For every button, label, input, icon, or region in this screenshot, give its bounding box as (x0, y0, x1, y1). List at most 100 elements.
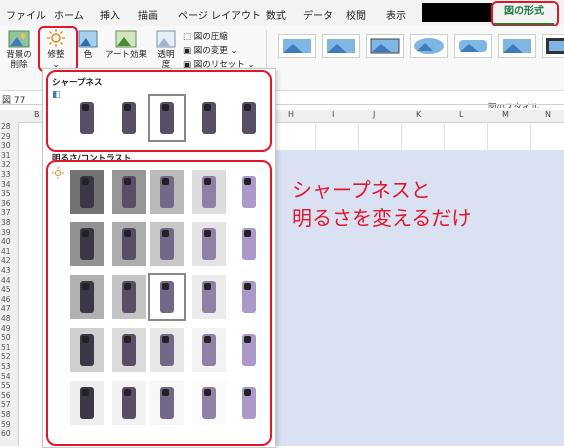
row-header-29[interactable]: 29 (1, 132, 11, 141)
row-header-42[interactable]: 42 (1, 257, 11, 265)
sharpness-option-3[interactable] (148, 94, 186, 142)
camera-module (244, 336, 251, 343)
brightness-option-r4-c2[interactable] (112, 328, 146, 372)
row-header-49[interactable]: 49 (1, 324, 11, 333)
sharpness-option-5[interactable] (232, 96, 266, 140)
picture-style-2[interactable] (322, 34, 360, 58)
picture-style-5[interactable] (454, 34, 492, 58)
brightness-option-r5-c3[interactable] (150, 381, 184, 425)
picture-style-7[interactable] (542, 34, 564, 58)
row-header-39[interactable]: 39 (1, 228, 11, 237)
tab-home[interactable]: ホーム (54, 7, 84, 22)
row-header-36[interactable]: 36 (1, 199, 11, 208)
brightness-option-r5-c4[interactable] (192, 381, 226, 425)
row-header-53[interactable]: 53 (1, 363, 11, 371)
row-header-38[interactable]: 38 (1, 219, 11, 227)
row-header-33[interactable]: 33 (1, 171, 11, 179)
row-header-48[interactable]: 48 (1, 315, 11, 323)
brightness-option-r2-c4[interactable] (192, 222, 226, 266)
brightness-option-r1-c1[interactable] (70, 170, 104, 214)
sharpness-option-2[interactable] (112, 96, 146, 140)
picture-style-6[interactable] (498, 34, 536, 58)
row-header-58[interactable]: 58 (1, 411, 11, 419)
row-header-50[interactable]: 50 (1, 334, 11, 342)
tab-review[interactable]: 校閲 (346, 7, 366, 22)
row-header-28[interactable]: 28 (1, 123, 11, 131)
tab-file[interactable]: ファイル (6, 7, 46, 22)
row-header-46[interactable]: 46 (1, 295, 11, 304)
brightness-option-r4-c5[interactable] (232, 328, 266, 372)
row-header-43[interactable]: 43 (1, 267, 11, 275)
brightness-option-r3-c2[interactable] (112, 275, 146, 319)
picture-style-4[interactable] (410, 34, 448, 58)
brightness-option-r2-c1[interactable] (70, 222, 104, 266)
sharpness-option-4[interactable] (192, 96, 226, 140)
row-header-52[interactable]: 52 (1, 353, 11, 361)
brightness-option-r2-c2[interactable] (112, 222, 146, 266)
row-header-32[interactable]: 32 (1, 161, 11, 169)
brightness-option-r3-c4[interactable] (192, 275, 226, 319)
brightness-option-r3-c3[interactable] (148, 273, 186, 321)
row-header-54[interactable]: 54 (1, 372, 11, 381)
row-header-35[interactable]: 35 (1, 190, 11, 198)
column-header-i[interactable]: I (332, 110, 334, 119)
brightness-option-r2-c3[interactable] (150, 222, 184, 266)
tab-draw[interactable]: 描画 (138, 7, 158, 22)
row-header-57[interactable]: 57 (1, 401, 11, 409)
tab-data[interactable]: データ (303, 7, 333, 22)
tab-view[interactable]: 表示 (386, 7, 406, 22)
row-header-59[interactable]: 59 (1, 420, 11, 429)
camera-module (82, 104, 89, 111)
compress-pictures-button[interactable]: ⬚ 図の圧縮 (183, 30, 228, 42)
color-button[interactable]: 色 (76, 30, 100, 60)
picture-style-3[interactable] (366, 34, 404, 58)
row-header-44[interactable]: 44 (1, 276, 11, 285)
column-header-l[interactable]: L (459, 110, 463, 119)
tab-insert[interactable]: 挿入 (100, 7, 120, 22)
row-header-31[interactable]: 31 (1, 151, 11, 160)
column-header-b[interactable]: B (34, 110, 40, 119)
row-header-56[interactable]: 56 (1, 391, 11, 400)
color-icon (78, 30, 98, 48)
row-header-40[interactable]: 40 (1, 238, 11, 246)
sharpness-option-1[interactable] (70, 96, 104, 140)
transparency-icon (156, 30, 176, 48)
brightness-option-r4-c3[interactable] (150, 328, 184, 372)
tab-page-layout[interactable]: ページ レイアウト (178, 7, 261, 22)
phone-image (122, 334, 136, 366)
column-header-m[interactable]: M (502, 110, 509, 119)
picture-style-1[interactable] (278, 34, 316, 58)
row-header-60[interactable]: 60 (1, 430, 11, 438)
brightness-option-r1-c4[interactable] (192, 170, 226, 214)
brightness-option-r3-c5[interactable] (232, 275, 266, 319)
brightness-option-r1-c3[interactable] (150, 170, 184, 214)
column-header-j[interactable]: J (373, 110, 375, 119)
column-header-k[interactable]: K (416, 110, 421, 119)
row-header-34[interactable]: 34 (1, 180, 11, 189)
brightness-option-r4-c4[interactable] (192, 328, 226, 372)
brightness-option-r1-c5[interactable] (232, 170, 266, 214)
brightness-option-r5-c5[interactable] (232, 381, 266, 425)
row-header-47[interactable]: 47 (1, 305, 11, 313)
row-header-45[interactable]: 45 (1, 286, 11, 294)
column-header-n[interactable]: N (545, 110, 551, 119)
brightness-option-r4-c1[interactable] (70, 328, 104, 372)
row-header-30[interactable]: 30 (1, 142, 11, 150)
brightness-option-r5-c2[interactable] (112, 381, 146, 425)
row-header-41[interactable]: 41 (1, 247, 11, 256)
remove-background-button[interactable]: 背景の削除 (2, 30, 36, 70)
tab-formulas[interactable]: 数式 (266, 7, 286, 22)
brightness-option-r1-c2[interactable] (112, 170, 146, 214)
row-header-37[interactable]: 37 (1, 209, 11, 217)
row-header-55[interactable]: 55 (1, 382, 11, 390)
transparency-button[interactable]: 透明度 (152, 30, 180, 70)
column-header-h[interactable]: H (288, 110, 294, 119)
brightness-option-r3-c1[interactable] (70, 275, 104, 319)
phone-image (202, 281, 216, 313)
camera-module (124, 230, 131, 237)
brightness-option-r5-c1[interactable] (70, 381, 104, 425)
change-picture-button[interactable]: ▣ 図の変更 ⌄ (183, 44, 238, 56)
artistic-effects-button[interactable]: アート効果 (104, 30, 148, 60)
brightness-option-r2-c5[interactable] (232, 222, 266, 266)
row-header-51[interactable]: 51 (1, 343, 11, 352)
